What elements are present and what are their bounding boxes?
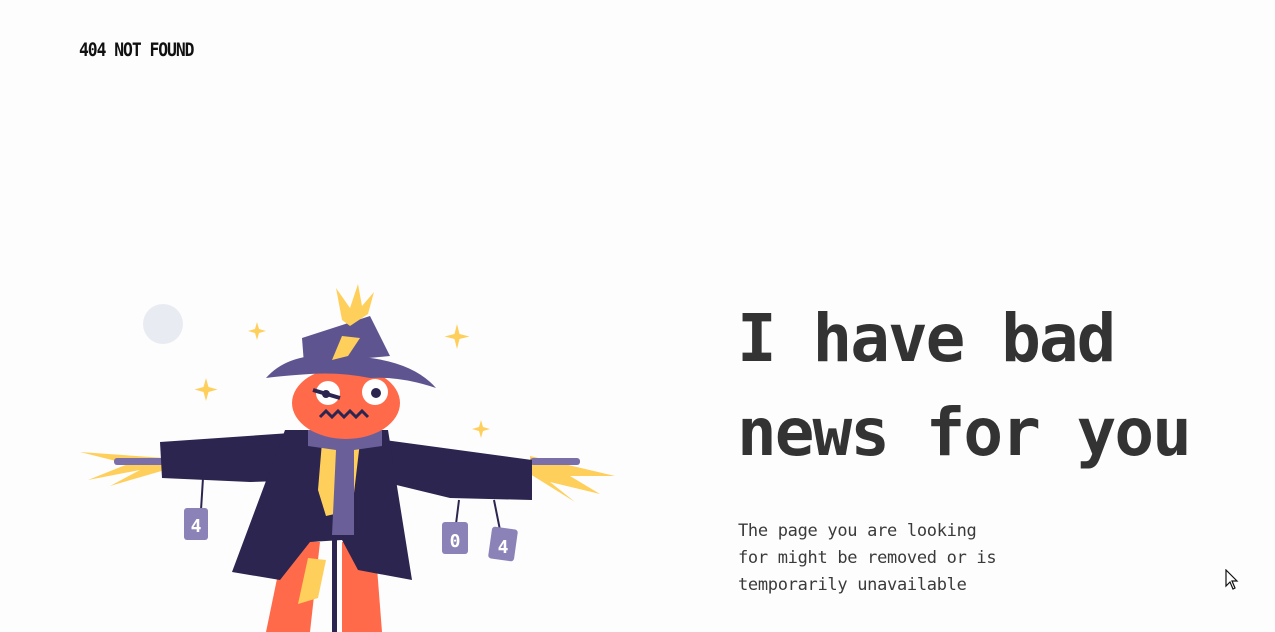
can-left-label: 4 [191,516,202,537]
can-middle-label: 0 [450,531,461,552]
sparkle-icon [248,322,266,340]
page-title: I have bad news for you [737,292,1257,480]
mouse-cursor-icon [1225,569,1239,590]
sparkle-icon [194,378,218,401]
not-found-page: 404 NOT FOUND 4 0 4 I have bad news for … [0,0,1275,632]
scarecrow-illustration: 4 0 4 [80,284,615,632]
pole [332,530,337,632]
error-message: The page you are looking for might be re… [738,521,997,595]
sparkle-icon [472,420,490,438]
straw-left [80,452,165,486]
can-right-label: 4 [498,537,509,558]
arm-stick-right [530,458,580,465]
brand-logo[interactable]: 404 NOT FOUND [79,38,195,62]
sparkle-icon [444,324,470,349]
headline-line-1: I have bad [737,300,1116,377]
moon-icon [143,304,183,344]
headline-line-2: news for you [737,394,1192,471]
